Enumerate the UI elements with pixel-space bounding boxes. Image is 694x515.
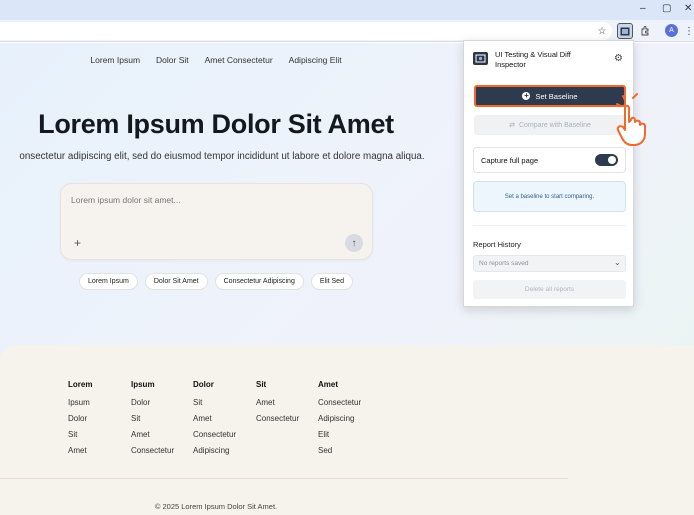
footer-heading: Lorem — [68, 380, 93, 389]
extension-popup: UI Testing & Visual Diff Inspector ⚙ + S… — [463, 40, 634, 307]
bookmark-star-icon[interactable]: ☆ — [594, 23, 610, 39]
footer-link[interactable]: Adipiscing — [318, 414, 361, 423]
set-baseline-label: Set Baseline — [535, 91, 578, 101]
menu-kebab-icon[interactable]: ⋮ — [681, 23, 694, 39]
suggestion-chip[interactable]: Dolor Sit Amet — [144, 273, 208, 290]
reports-select[interactable]: No reports saved ⌄ — [473, 255, 626, 272]
minimize-button[interactable]: – — [640, 3, 646, 14]
nav-link[interactable]: Amet Consectetur — [205, 55, 273, 65]
footer-heading: Dolor — [193, 380, 214, 389]
hero-subtitle: onsectetur adipiscing elit, sed do eiusm… — [19, 151, 425, 162]
footer-heading: Ipsum — [131, 380, 155, 389]
extension-icon[interactable] — [617, 23, 633, 39]
send-arrow-icon[interactable]: ↑ — [345, 234, 363, 252]
footer-column: Lorem Ipsum Dolor Sit Amet — [68, 380, 92, 462]
footer-link[interactable]: Consectetur — [318, 398, 361, 407]
report-history-title: Report History — [473, 240, 521, 249]
compare-arrows-icon: ⇄ — [509, 122, 515, 129]
footer-link[interactable]: Consectetur — [193, 430, 236, 439]
add-attachment-icon[interactable]: + — [74, 236, 81, 250]
pointing-hand-cursor-icon — [616, 93, 646, 146]
footer-link[interactable]: Amet — [193, 414, 236, 423]
settings-gear-icon[interactable]: ⚙ — [614, 53, 623, 64]
footer-link[interactable]: Sit — [131, 414, 174, 423]
close-button[interactable]: ✕ — [684, 3, 692, 14]
suggestion-chip[interactable]: Elit Sed — [310, 273, 353, 290]
extensions-puzzle-icon[interactable] — [637, 23, 653, 39]
maximize-button[interactable]: ▢ — [662, 3, 671, 14]
chevron-down-icon: ⌄ — [614, 258, 621, 267]
footer-heading: Sit — [256, 380, 267, 389]
nav-link[interactable]: Adipiscing Elit — [289, 55, 342, 65]
compare-button[interactable]: ⇄ Compare with Baseline — [474, 115, 626, 135]
footer-link[interactable]: Ipsum — [68, 398, 92, 407]
suggestion-chip[interactable]: Consectetur Adipiscing — [214, 273, 304, 290]
compare-label: Compare with Baseline — [518, 121, 591, 129]
suggestion-chips: Lorem Ipsum Dolor Sit Amet Consectetur A… — [0, 273, 432, 290]
footer-column: Ipsum Dolor Sit Amet Consectetur — [131, 380, 174, 462]
footer-link[interactable]: Amet — [256, 398, 299, 407]
nav-link[interactable]: Dolor Sit — [156, 55, 189, 65]
chat-placeholder: Lorem ipsum dolor sit amet... — [71, 195, 181, 205]
delete-all-reports-button[interactable]: Delete all reports — [473, 280, 626, 299]
nav-link[interactable]: Lorem Ipsum — [90, 55, 140, 65]
footer-link[interactable]: Adipiscing — [193, 446, 236, 455]
reports-select-value: No reports saved — [479, 260, 529, 267]
footer-link[interactable]: Amet — [68, 446, 92, 455]
footer-link[interactable]: Sit — [68, 430, 92, 439]
footer-link[interactable]: Amet — [131, 430, 174, 439]
popup-divider — [473, 225, 626, 226]
browser-toolbar: ☆ A ⋮ — [0, 20, 694, 42]
footer-column: Amet Consectetur Adipiscing Elit Sed — [318, 380, 361, 462]
footer-column: Sit Amet Consectetur — [256, 380, 299, 430]
suggestion-chip[interactable]: Lorem Ipsum — [79, 273, 138, 290]
footer-heading: Amet — [318, 380, 339, 389]
footer-link[interactable]: Dolor — [131, 398, 174, 407]
footer-link[interactable]: Elit — [318, 430, 361, 439]
footer-column: Dolor Sit Amet Consectetur Adipiscing — [193, 380, 236, 462]
browser-titlebar: – ▢ ✕ — [0, 0, 694, 20]
extension-title: UI Testing & Visual Diff Inspector — [495, 50, 571, 69]
set-baseline-button[interactable]: + Set Baseline — [474, 85, 626, 107]
footer-link[interactable]: Dolor — [68, 414, 92, 423]
extension-logo-icon — [473, 52, 488, 65]
footer-link[interactable]: Consectetur — [256, 414, 299, 423]
page-footer: Lorem Ipsum Dolor Sit Amet Ipsum Dolor S… — [0, 345, 694, 515]
footer-link[interactable]: Sit — [193, 398, 236, 407]
profile-avatar[interactable]: A — [665, 24, 678, 37]
address-bar[interactable] — [0, 22, 612, 40]
footer-divider — [0, 478, 568, 479]
capture-full-page-row: Capture full page — [473, 147, 626, 173]
hero-title: Lorem Ipsum Dolor Sit Amet — [38, 109, 394, 139]
capture-full-page-toggle[interactable] — [595, 154, 618, 166]
info-message: Set a baseline to start comparing. — [473, 181, 626, 212]
footer-link[interactable]: Sed — [318, 446, 361, 455]
footer-link[interactable]: Consectetur — [131, 446, 174, 455]
copyright-text: © 2025 Lorem Ipsum Dolor Sit Amet. — [154, 502, 278, 511]
chat-input-box[interactable]: Lorem ipsum dolor sit amet... + ↑ — [60, 183, 373, 260]
plus-circle-icon: + — [522, 91, 531, 100]
top-nav: Lorem Ipsum Dolor Sit Amet Consectetur A… — [0, 55, 432, 65]
capture-full-page-label: Capture full page — [481, 156, 539, 165]
